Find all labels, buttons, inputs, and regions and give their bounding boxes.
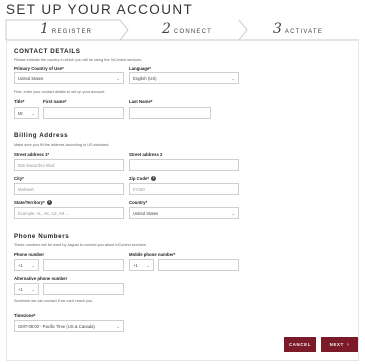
first-name-input[interactable] (43, 107, 124, 119)
chevron-down-icon: ⌄ (31, 263, 35, 268)
phone-label: Phone number (14, 252, 45, 257)
phone-number-input[interactable] (43, 259, 124, 271)
info-icon[interactable]: ? (151, 176, 157, 182)
zip-code-input[interactable]: 07430 (129, 183, 239, 195)
state-label-text: State/Territory* (14, 200, 45, 205)
mobile-country-code-select[interactable]: +1 ⌄ (129, 259, 154, 271)
billing-country-label: Country* (129, 200, 148, 205)
country-note: Please indicate the country in which you… (14, 58, 143, 62)
phone-country-code-value: +1 (18, 263, 23, 268)
billing-address-heading: Billing Address (14, 132, 69, 139)
street2-input[interactable] (129, 159, 239, 171)
step-label: REGISTER (51, 29, 93, 35)
state-label: State/Territory*? (14, 200, 52, 206)
chevron-down-icon: ⌄ (31, 111, 35, 116)
zip-code-placeholder: 07430 (133, 187, 145, 192)
language-select[interactable]: English (US) ⌄ (129, 72, 239, 84)
title-value: Mr (18, 111, 23, 116)
step-activate: 3 ACTIVATE (273, 22, 323, 36)
chevron-down-icon: ⌄ (231, 211, 235, 216)
language-label: Language* (129, 66, 151, 71)
alternative-phone-note: Someone we can contact if we can't reach… (14, 299, 94, 303)
city-placeholder: Mahwah (18, 187, 34, 192)
zip-code-label-text: Zip Code* (129, 176, 150, 181)
state-input[interactable]: Example: AL, AK, AZ, AR ... (14, 207, 124, 219)
phone-numbers-heading: Phone Numbers (14, 233, 70, 240)
billing-country-value: United States (133, 211, 159, 216)
phone-note: These numbers will be used by Jaguar to … (14, 243, 147, 247)
timezone-label: Timezone* (14, 313, 36, 318)
phone-country-code-select[interactable]: +1 ⌄ (14, 259, 39, 271)
city-label: City* (14, 176, 24, 181)
billing-country-select[interactable]: United States ⌄ (129, 207, 239, 219)
last-name-label: Last Name* (129, 99, 153, 104)
registration-form: CONTACT DETAILS Please indicate the coun… (6, 41, 359, 361)
step-label: CONNECT (173, 29, 212, 35)
contact-details-heading: CONTACT DETAILS (14, 48, 81, 55)
chevron-right-icon: › (346, 341, 350, 348)
chevron-down-icon: ⌄ (116, 324, 120, 329)
timezone-value: GMT-08:00 - Pacific Time (US & Canada) (18, 324, 95, 329)
chevron-down-icon: ⌄ (146, 263, 150, 268)
contact-details-note: First, enter your contact details to set… (14, 90, 106, 94)
last-name-input[interactable] (129, 107, 211, 119)
billing-note: Make sure you fill the address according… (14, 143, 110, 147)
chevron-down-icon: ⌄ (116, 76, 120, 81)
street1-input[interactable]: 555 Macarthur Blvd (14, 159, 124, 171)
language-value: English (US) (133, 76, 157, 81)
street2-label: Street address 2 (129, 152, 163, 157)
street1-placeholder: 555 Macarthur Blvd (18, 163, 55, 168)
first-name-label: First name* (43, 99, 67, 104)
street1-label: Street address 1* (14, 152, 50, 157)
timezone-select[interactable]: GMT-08:00 - Pacific Time (US & Canada) ⌄ (14, 320, 124, 332)
mobile-country-code-value: +1 (133, 263, 138, 268)
step-label: ACTIVATE (284, 29, 323, 35)
info-icon[interactable]: ? (46, 200, 52, 206)
alternative-country-code-value: +1 (18, 287, 23, 292)
step-register: 1 REGISTER (40, 22, 92, 36)
cancel-button-label: CANCEL (288, 342, 312, 347)
primary-country-select[interactable]: United States ⌄ (14, 72, 124, 84)
chevron-down-icon: ⌄ (31, 287, 35, 292)
title-select[interactable]: Mr ⌄ (14, 107, 39, 119)
alternative-phone-label: Alternative phone number (14, 276, 68, 281)
cancel-button[interactable]: CANCEL (284, 337, 316, 352)
mobile-phone-label: Mobile phone number* (129, 252, 176, 257)
title-label: Title* (14, 99, 25, 104)
next-button-label: NEXT (329, 342, 344, 347)
alternative-country-code-select[interactable]: +1 ⌄ (14, 283, 39, 295)
chevron-down-icon: ⌄ (231, 76, 235, 81)
step-number: 2 (162, 21, 171, 37)
zip-code-label: Zip Code*? (129, 176, 157, 182)
city-input[interactable]: Mahwah (14, 183, 124, 195)
step-number: 3 (273, 21, 282, 37)
primary-country-label: Primary Country of Use* (14, 66, 64, 71)
page-title: SET UP YOUR ACCOUNT (6, 2, 194, 17)
next-button[interactable]: NEXT › (321, 337, 358, 352)
primary-country-value: United States (18, 76, 44, 81)
step-number: 1 (40, 21, 49, 37)
step-connect: 2 CONNECT (162, 22, 212, 36)
progress-steps: 1 REGISTER 2 CONNECT 3 ACTIVATE (2, 19, 363, 41)
alternative-phone-input[interactable] (43, 283, 124, 295)
mobile-phone-input[interactable] (158, 259, 239, 271)
state-placeholder: Example: AL, AK, AZ, AR ... (18, 211, 70, 216)
